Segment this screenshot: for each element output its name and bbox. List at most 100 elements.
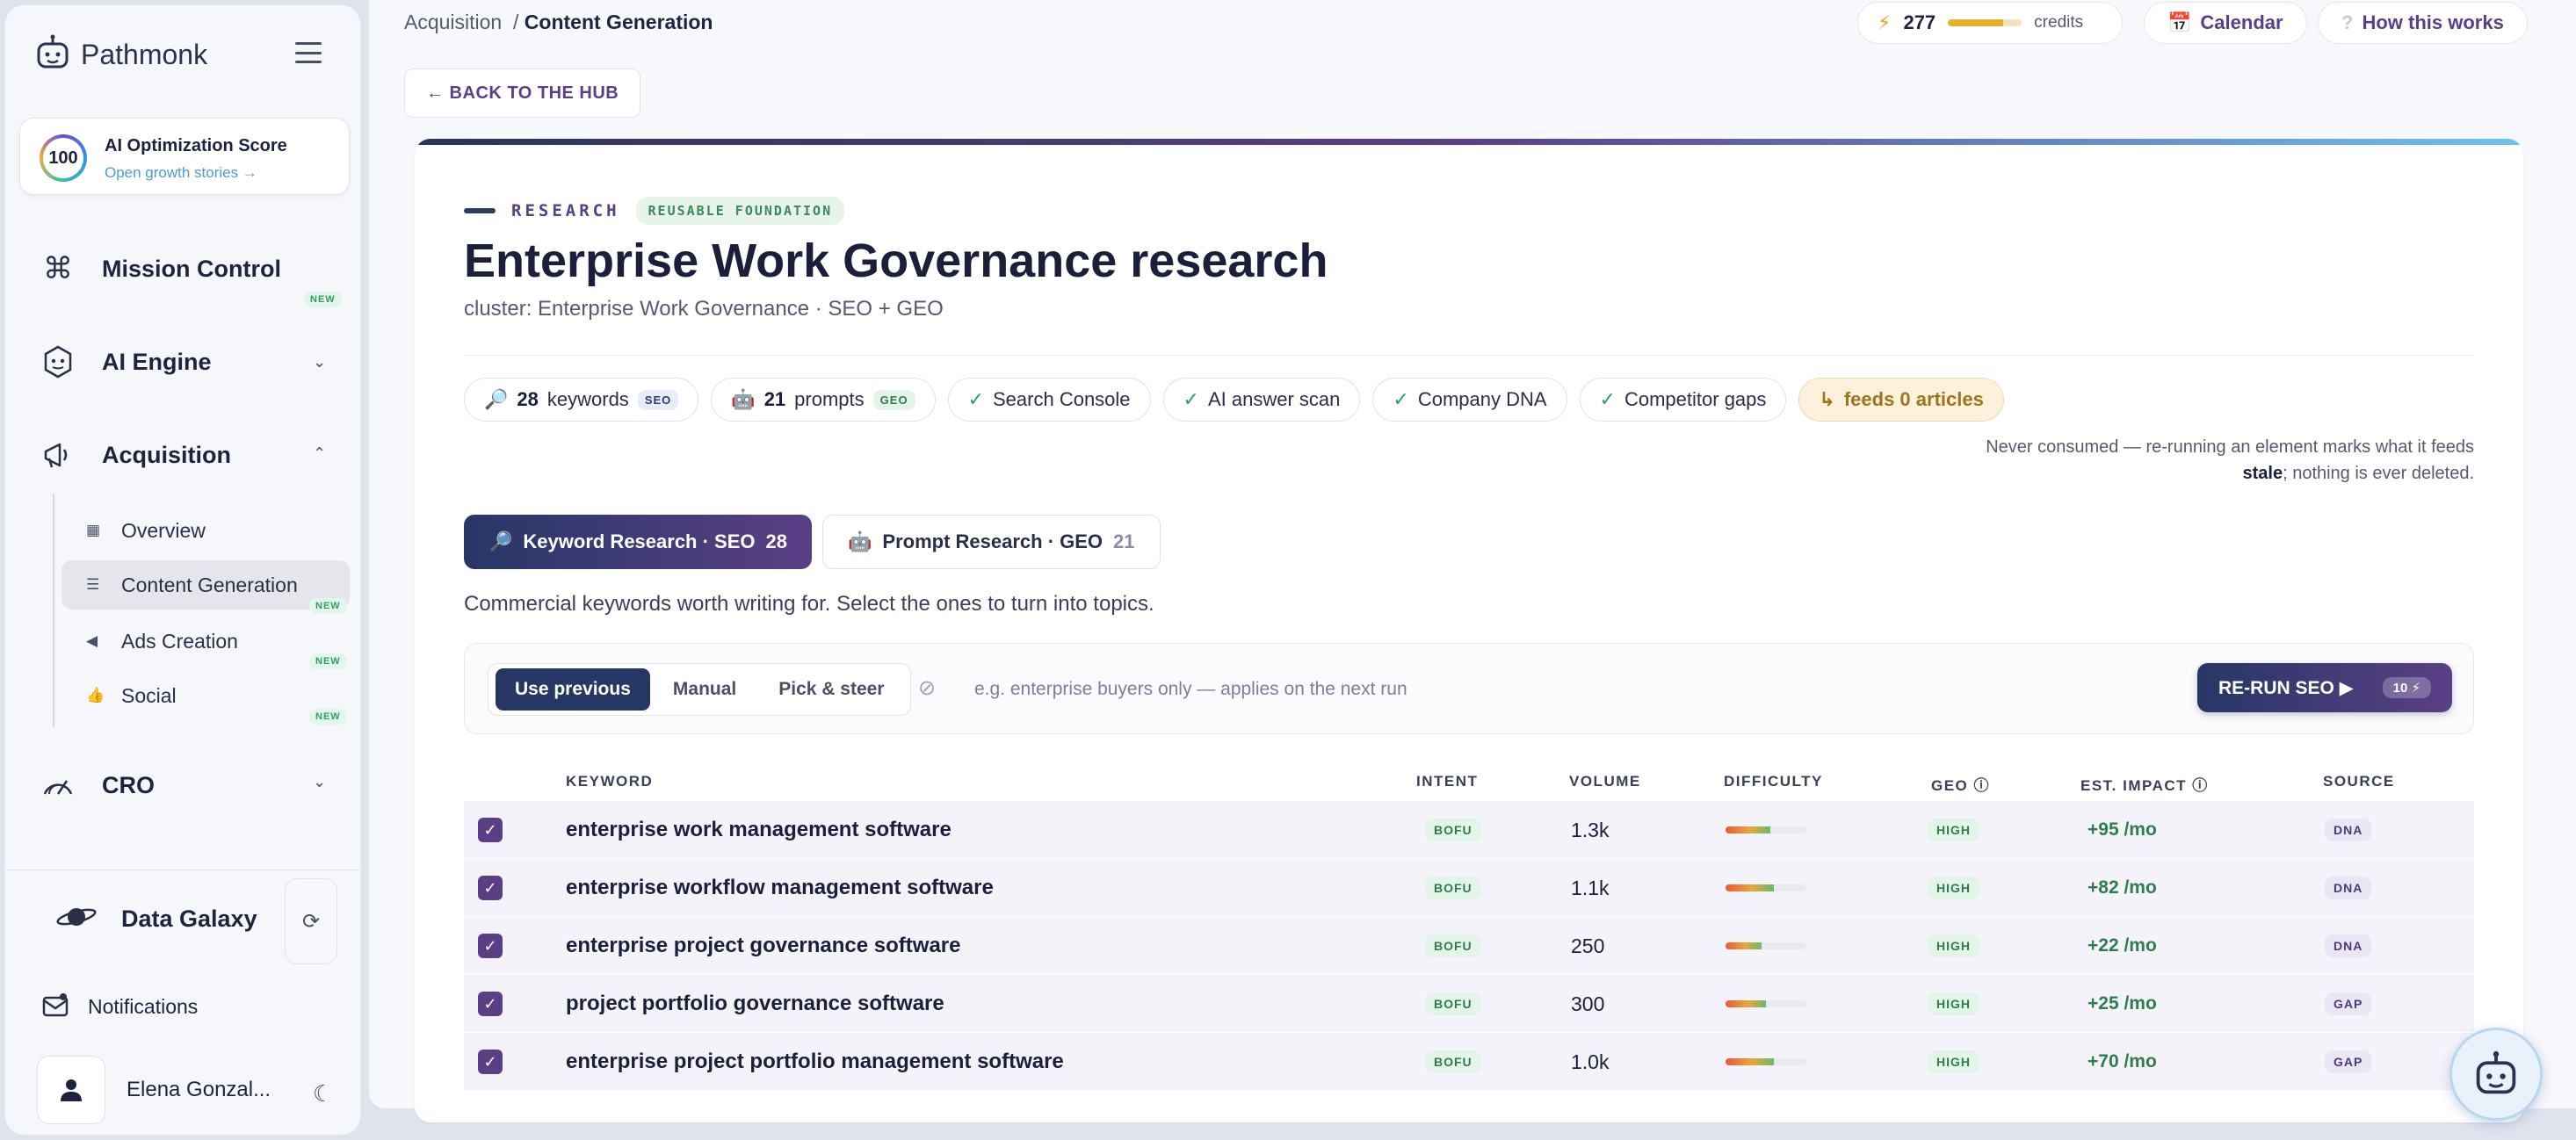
- brand-logo[interactable]: Pathmonk: [33, 33, 207, 76]
- user-profile[interactable]: Elena Gonzal...: [37, 1056, 271, 1124]
- note-stale: stale: [2242, 464, 2283, 483]
- mode-pick-steer[interactable]: Pick & steer: [759, 668, 903, 711]
- mode-selector: Use previous Manual Pick & steer: [488, 663, 912, 716]
- impact-value: +70 /mo: [2088, 1051, 2157, 1071]
- sub-item-content-generation[interactable]: ☰ Content Generation: [62, 560, 350, 610]
- submenu-guide-line: [53, 494, 54, 727]
- keyword-text: enterprise project portfolio management …: [566, 1050, 1064, 1073]
- sub-item-label: Ads Creation: [121, 629, 238, 653]
- ai-answer-scan-chip[interactable]: ✓ AI answer scan: [1162, 378, 1361, 422]
- keywords-chip[interactable]: 🔎 28 keywords SEO: [464, 378, 699, 422]
- competitor-gaps-chip[interactable]: ✓ Competitor gaps: [1579, 378, 1787, 422]
- chevron-down-icon[interactable]: ⌄: [313, 773, 326, 791]
- thumbs-up-icon: 👍: [86, 687, 105, 703]
- rerun-seo-button[interactable]: RE-RUN SEO ▶ 10 ⚡: [2197, 663, 2452, 712]
- dark-mode-moon-icon[interactable]: ☾: [313, 1080, 333, 1108]
- check-icon: ✓: [1599, 388, 1616, 410]
- how-this-works-button[interactable]: ? How this works: [2318, 2, 2528, 44]
- robot-icon: 🤖: [848, 530, 872, 552]
- refresh-icon[interactable]: ⟳: [285, 878, 337, 964]
- sub-item-ads-creation[interactable]: ◀ Ads Creation: [62, 617, 350, 666]
- company-dna-chip[interactable]: ✓ Company DNA: [1372, 378, 1567, 422]
- page-subtitle: cluster: Enterprise Work Governance · SE…: [464, 297, 944, 321]
- nav-ai-engine[interactable]: AI Engine: [39, 343, 212, 381]
- user-name: Elena Gonzal...: [127, 1078, 271, 1101]
- data-galaxy-button[interactable]: Data Galaxy: [54, 901, 257, 937]
- volume-value: 300: [1571, 992, 1605, 1015]
- notifications-label: Notifications: [88, 995, 199, 1018]
- nav-cro[interactable]: CRO: [39, 766, 155, 804]
- assistant-bot-button[interactable]: [2449, 1028, 2543, 1121]
- credits-value: 277: [1903, 11, 1936, 33]
- eyebrow: RESEARCH REUSABLE FOUNDATION: [464, 197, 845, 225]
- sub-item-overview[interactable]: ▦ Overview: [62, 506, 350, 555]
- col-geo[interactable]: GEO ⓘ: [1931, 773, 1990, 795]
- speaker-icon: ◀: [86, 632, 98, 649]
- page-title: Enterprise Work Governance research: [464, 234, 1328, 287]
- volume-value: 250: [1571, 934, 1605, 957]
- volume-value: 1.1k: [1571, 876, 1610, 899]
- chevron-up-icon[interactable]: ⌃: [313, 444, 326, 463]
- col-volume[interactable]: VOLUME: [1569, 773, 1641, 790]
- return-arrow-icon: ↳: [1819, 388, 1835, 410]
- keywords-label: keywords: [546, 388, 629, 410]
- feeds-articles-chip[interactable]: ↳ feeds 0 articles: [1798, 378, 2004, 422]
- keywords-count: 28: [517, 388, 539, 410]
- ai-optimization-score-card[interactable]: 100 AI Optimization Score Open growth st…: [19, 118, 350, 195]
- row-checkbox[interactable]: ✓: [478, 992, 503, 1016]
- table-row[interactable]: ✓ enterprise workflow management software…: [464, 859, 2474, 917]
- tab-keyword-research[interactable]: 🔎 Keyword Research · SEO 28: [464, 515, 812, 569]
- grid-icon: ▦: [86, 522, 101, 538]
- sub-item-label: Overview: [121, 518, 206, 542]
- nav-label: AI Engine: [102, 348, 212, 375]
- impact-value: +22 /mo: [2088, 935, 2157, 956]
- table-row[interactable]: ✓ enterprise project governance software B…: [464, 917, 2474, 975]
- tab-prompt-research[interactable]: 🤖 Prompt Research · GEO 21: [822, 515, 1161, 569]
- nav-acquisition[interactable]: Acquisition: [39, 436, 231, 474]
- sub-item-social[interactable]: 👍 Social: [62, 671, 350, 720]
- calendar-button[interactable]: 📅 Calendar: [2144, 2, 2307, 44]
- robot-assistant-icon: [2476, 1050, 2516, 1094]
- col-impact[interactable]: EST. IMPACT ⓘ: [2080, 773, 2209, 795]
- table-row[interactable]: ✓ enterprise work management software BOFU…: [464, 801, 2474, 859]
- hamburger-menu-icon[interactable]: [295, 42, 322, 63]
- robot-logo-icon: [33, 33, 72, 76]
- table-row[interactable]: ✓ enterprise project portfolio management…: [464, 1033, 2474, 1091]
- breadcrumb-separator: /: [513, 11, 519, 33]
- check-icon: ✓: [1393, 388, 1409, 410]
- calendar-icon: 📅: [2167, 11, 2192, 33]
- col-keyword[interactable]: KEYWORD: [566, 773, 653, 790]
- back-to-hub-button[interactable]: ← BACK TO THE HUB: [404, 69, 641, 118]
- chevron-down-icon[interactable]: ⌄: [313, 353, 326, 372]
- row-checkbox[interactable]: ✓: [478, 1050, 503, 1074]
- col-difficulty[interactable]: DIFFICULTY: [1724, 773, 1823, 790]
- notifications-button[interactable]: Notifications: [42, 992, 198, 1021]
- breadcrumb-parent[interactable]: Acquisition: [404, 11, 502, 33]
- mode-manual[interactable]: Manual: [654, 668, 756, 711]
- nav-mission-control[interactable]: ⌘ Mission Control: [39, 249, 281, 288]
- mode-use-previous[interactable]: Use previous: [496, 668, 650, 711]
- prompts-label: prompts: [794, 388, 865, 410]
- intent-badge: BOFU: [1425, 934, 1481, 957]
- row-checkbox[interactable]: ✓: [478, 818, 503, 842]
- search-console-chip[interactable]: ✓ Search Console: [947, 378, 1151, 422]
- col-intent[interactable]: INTENT: [1416, 773, 1478, 790]
- credits-indicator[interactable]: ⚡ 277 credits: [1857, 2, 2123, 44]
- col-source[interactable]: SOURCE: [2323, 773, 2395, 790]
- source-badge: GAP: [2325, 1050, 2372, 1073]
- lightning-icon: ⚡: [1878, 11, 1892, 33]
- reusable-foundation-tag: REUSABLE FOUNDATION: [635, 197, 845, 225]
- geo-badge: HIGH: [1928, 992, 1979, 1015]
- prompts-chip[interactable]: 🤖 21 prompts GEO: [711, 378, 936, 422]
- impact-value: +25 /mo: [2088, 993, 2157, 1014]
- row-checkbox[interactable]: ✓: [478, 934, 503, 958]
- geo-tag: GEO: [872, 389, 915, 410]
- calendar-label: Calendar: [2200, 11, 2283, 33]
- difficulty-bar: [1726, 1000, 1806, 1007]
- geo-badge: HIGH: [1928, 819, 1979, 841]
- table-row[interactable]: ✓ project portfolio governance software BO…: [464, 975, 2474, 1033]
- open-growth-stories-link[interactable]: Open growth stories →: [105, 164, 257, 182]
- row-checkbox[interactable]: ✓: [478, 876, 503, 900]
- megaphone-icon: [39, 436, 77, 474]
- steer-input[interactable]: [957, 665, 2020, 714]
